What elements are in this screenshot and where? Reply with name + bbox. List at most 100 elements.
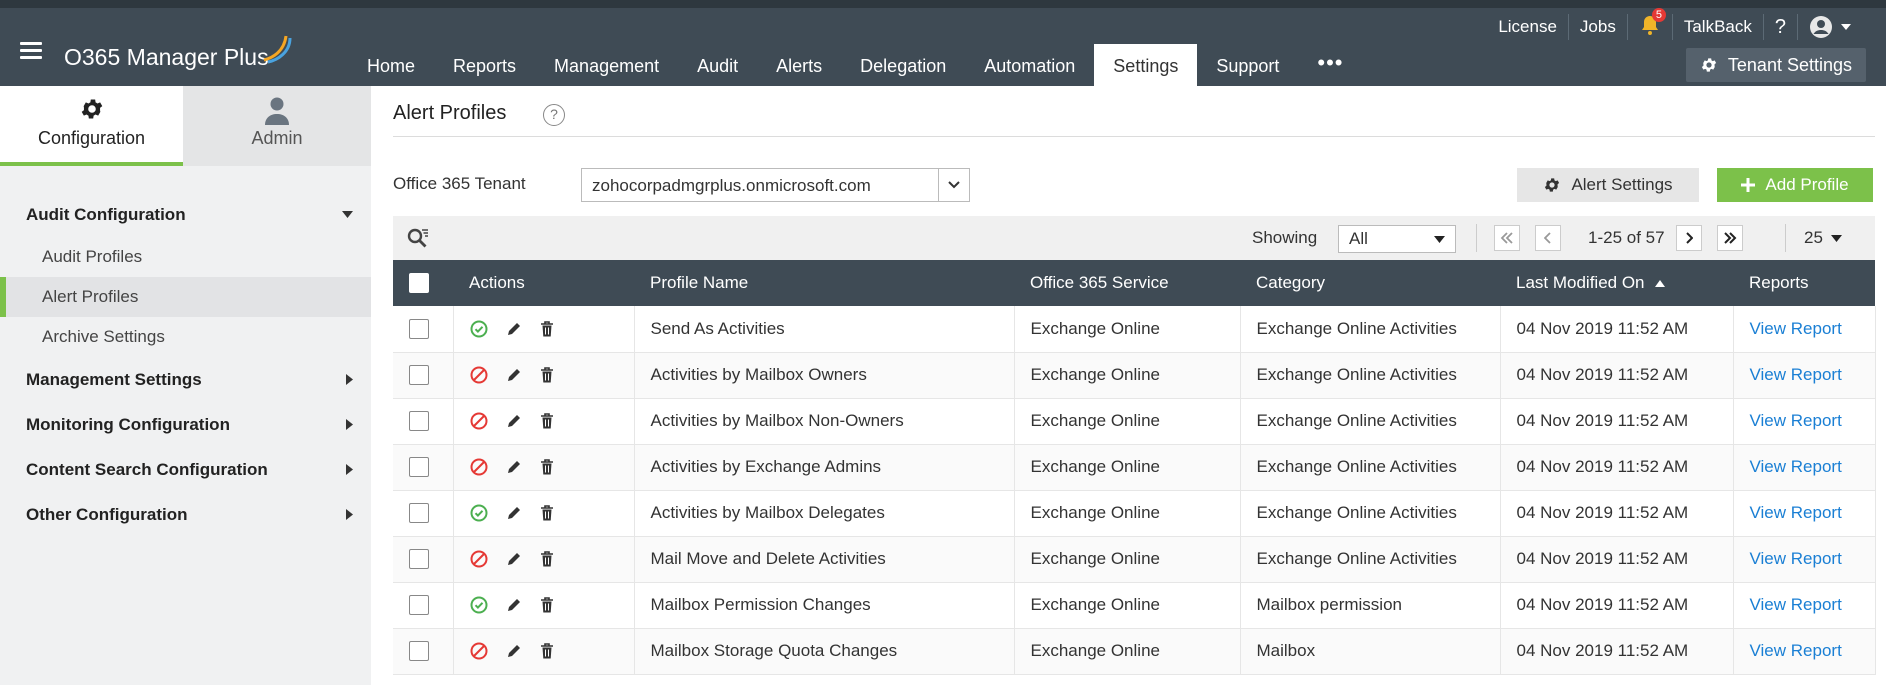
row-select-cell — [393, 306, 454, 353]
column-header-last-modified[interactable]: Last Modified On — [1500, 260, 1733, 306]
tab-settings[interactable]: Settings — [1094, 44, 1198, 86]
alert-settings-button[interactable]: Alert Settings — [1517, 168, 1699, 202]
tab-support[interactable]: Support — [1197, 44, 1298, 86]
row-checkbox[interactable] — [409, 595, 429, 616]
add-profile-button[interactable]: Add Profile — [1717, 168, 1873, 202]
tenant-settings-button[interactable]: Tenant Settings — [1685, 48, 1866, 82]
menu-item-archive-settings[interactable]: Archive Settings — [0, 317, 371, 357]
tab-home[interactable]: Home — [348, 44, 434, 86]
row-checkbox[interactable] — [409, 457, 429, 478]
enabled-status-icon[interactable] — [470, 504, 488, 522]
tenant-select[interactable]: zohocorpadmgrplus.onmicrosoft.com — [581, 168, 970, 202]
service-cell: Exchange Online — [1014, 398, 1241, 445]
delete-trash-icon[interactable] — [540, 597, 554, 613]
reports-cell: View Report — [1733, 536, 1876, 583]
admin-user-icon — [183, 96, 371, 126]
help-question-icon[interactable]: ? — [1764, 16, 1797, 39]
select-all-checkbox[interactable] — [409, 273, 429, 294]
sidebar-tab-admin[interactable]: Admin — [183, 86, 371, 166]
sidebar-tab-configuration[interactable]: Configuration — [0, 86, 183, 166]
sidebar: Configuration Admin Audit Configuration … — [0, 86, 371, 685]
row-checkbox[interactable] — [409, 641, 429, 662]
tab-delegation[interactable]: Delegation — [841, 44, 965, 86]
notifications-button[interactable]: 5 — [1628, 7, 1672, 41]
menu-item-audit-profiles[interactable]: Audit Profiles — [0, 237, 371, 277]
first-page-button[interactable] — [1494, 225, 1520, 251]
license-link[interactable]: License — [1487, 17, 1568, 37]
reports-cell: View Report — [1733, 398, 1876, 445]
menu-group-content-search-configuration[interactable]: Content Search Configuration — [0, 447, 371, 492]
bell-icon: 5 — [1639, 7, 1666, 36]
delete-trash-icon[interactable] — [540, 551, 554, 567]
caret-right-icon — [346, 419, 353, 430]
chevron-left-icon — [1544, 232, 1551, 244]
showing-filter-select[interactable]: All — [1338, 225, 1456, 253]
menu-group-other-configuration[interactable]: Other Configuration — [0, 492, 371, 537]
jobs-link[interactable]: Jobs — [1569, 17, 1627, 37]
edit-pencil-icon[interactable] — [506, 597, 522, 613]
view-report-link[interactable]: View Report — [1750, 411, 1842, 430]
edit-pencil-icon[interactable] — [506, 321, 522, 337]
row-actions-cell — [453, 398, 635, 445]
edit-pencil-icon[interactable] — [506, 643, 522, 659]
menu-group-management-settings[interactable]: Management Settings — [0, 357, 371, 402]
row-checkbox[interactable] — [409, 411, 429, 432]
edit-pencil-icon[interactable] — [506, 551, 522, 567]
column-header-reports: Reports — [1733, 260, 1875, 306]
more-tabs-icon[interactable]: ••• — [1298, 44, 1362, 86]
tab-automation[interactable]: Automation — [965, 44, 1094, 86]
enabled-status-icon[interactable] — [470, 320, 488, 338]
view-report-link[interactable]: View Report — [1750, 641, 1842, 660]
edit-pencil-icon[interactable] — [506, 459, 522, 475]
hamburger-menu-icon[interactable] — [20, 42, 42, 60]
row-checkbox[interactable] — [409, 365, 429, 386]
user-menu[interactable] — [1798, 15, 1862, 39]
view-report-link[interactable]: View Report — [1750, 503, 1842, 522]
edit-pencil-icon[interactable] — [506, 413, 522, 429]
delete-trash-icon[interactable] — [540, 413, 554, 429]
view-report-link[interactable]: View Report — [1750, 457, 1842, 476]
disabled-status-icon[interactable] — [470, 550, 488, 568]
row-checkbox[interactable] — [409, 319, 429, 339]
rows-per-page-select[interactable]: 25 — [1804, 228, 1842, 248]
menu-group-audit-configuration[interactable]: Audit Configuration — [0, 192, 371, 237]
tab-audit[interactable]: Audit — [678, 44, 757, 86]
profile-name-cell: Activities by Mailbox Owners — [634, 352, 1015, 399]
disabled-status-icon[interactable] — [470, 366, 488, 384]
column-header-service[interactable]: Office 365 Service — [1014, 260, 1240, 306]
talkback-link[interactable]: TalkBack — [1673, 17, 1763, 37]
view-report-link[interactable]: View Report — [1750, 319, 1842, 338]
column-header-category[interactable]: Category — [1240, 260, 1500, 306]
tab-reports[interactable]: Reports — [434, 44, 535, 86]
view-report-link[interactable]: View Report — [1750, 595, 1842, 614]
enabled-status-icon[interactable] — [470, 596, 488, 614]
delete-trash-icon[interactable] — [540, 505, 554, 521]
menu-item-alert-profiles[interactable]: Alert Profiles — [0, 277, 371, 317]
next-page-button[interactable] — [1676, 225, 1702, 251]
tab-management[interactable]: Management — [535, 44, 678, 86]
search-filter-icon[interactable] — [407, 227, 429, 254]
column-header-profile-name[interactable]: Profile Name — [634, 260, 1014, 306]
category-cell: Exchange Online Activities — [1240, 306, 1501, 353]
delete-trash-icon[interactable] — [540, 643, 554, 659]
last-page-button[interactable] — [1717, 225, 1743, 251]
notification-count-badge: 5 — [1651, 7, 1666, 22]
disabled-status-icon[interactable] — [470, 412, 488, 430]
disabled-status-icon[interactable] — [470, 642, 488, 660]
view-report-link[interactable]: View Report — [1750, 549, 1842, 568]
previous-page-button[interactable] — [1535, 225, 1561, 251]
delete-trash-icon[interactable] — [540, 367, 554, 383]
delete-trash-icon[interactable] — [540, 459, 554, 475]
view-report-link[interactable]: View Report — [1750, 365, 1842, 384]
edit-pencil-icon[interactable] — [506, 367, 522, 383]
tab-alerts[interactable]: Alerts — [757, 44, 841, 86]
delete-trash-icon[interactable] — [540, 320, 554, 337]
menu-group-monitoring-configuration[interactable]: Monitoring Configuration — [0, 402, 371, 447]
profile-name-cell: Mailbox Storage Quota Changes — [634, 628, 1015, 675]
disabled-status-icon[interactable] — [470, 458, 488, 476]
row-checkbox[interactable] — [409, 549, 429, 570]
help-icon[interactable]: ? — [543, 104, 565, 126]
edit-pencil-icon[interactable] — [506, 505, 522, 521]
table-row: Activities by Mailbox Non-Owners Exchange… — [393, 398, 1876, 445]
row-checkbox[interactable] — [409, 503, 429, 524]
